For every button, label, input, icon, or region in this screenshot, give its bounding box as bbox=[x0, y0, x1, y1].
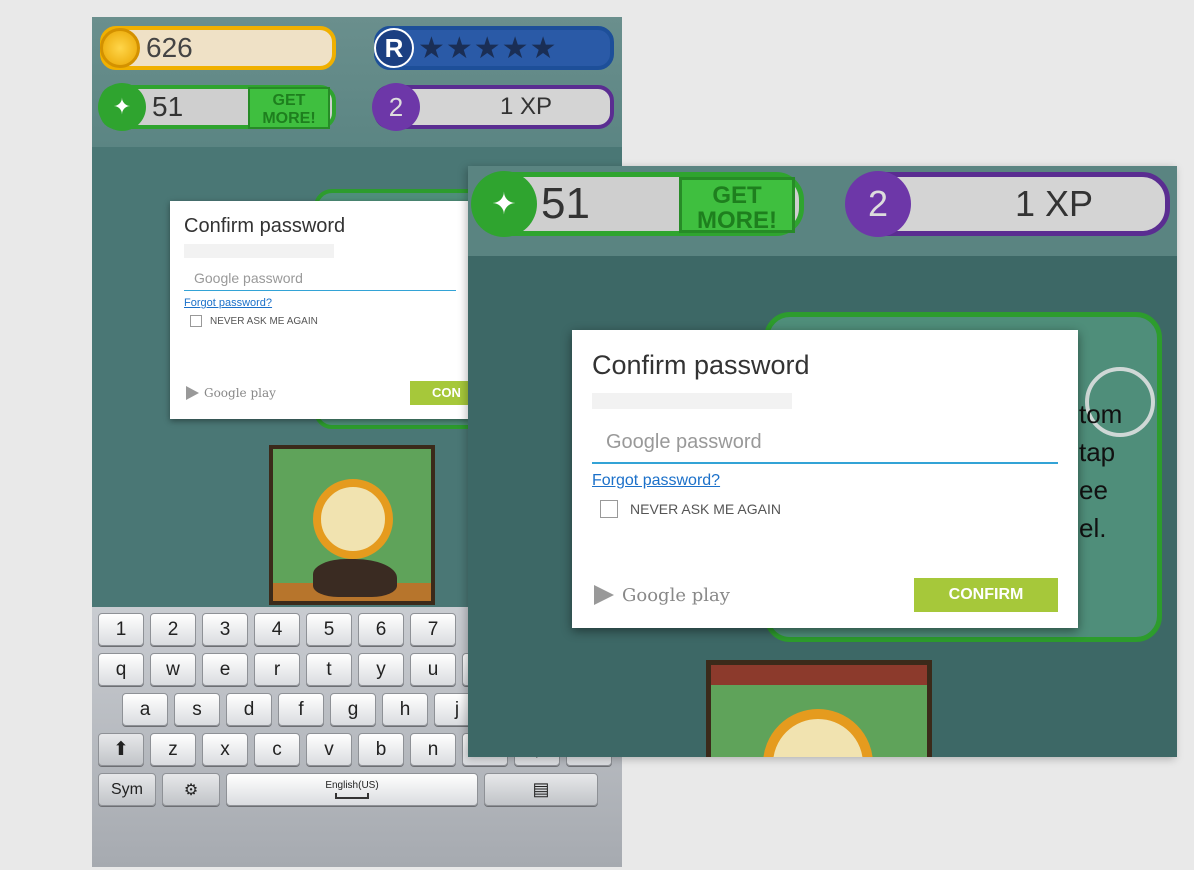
zoom-forgot-password-link[interactable]: Forgot password? bbox=[592, 472, 1058, 490]
zoom-never-ask-checkbox-row[interactable]: NEVER ASK ME AGAIN bbox=[592, 500, 1058, 518]
zoom-password-input[interactable]: Google password bbox=[592, 431, 1058, 464]
bones-counter: ✦ 51 GET MORE! bbox=[98, 83, 336, 131]
space-language-label: English(US) bbox=[325, 780, 379, 791]
letter-key[interactable]: v bbox=[306, 733, 352, 766]
bone-icon: ✦ bbox=[98, 83, 146, 131]
letter-key[interactable]: a bbox=[122, 693, 168, 726]
letter-key[interactable]: t bbox=[306, 653, 352, 686]
get-more-button[interactable]: GET MORE! bbox=[248, 87, 330, 129]
keyboard-bottom-row: Sym ⚙ English(US) ▤ bbox=[98, 773, 616, 806]
number-key[interactable]: 1 bbox=[98, 613, 144, 646]
account-email-redacted bbox=[184, 244, 334, 258]
number-key[interactable]: 3 bbox=[202, 613, 248, 646]
google-play-logo: Google play bbox=[184, 385, 276, 401]
coins-value: 626 bbox=[146, 32, 193, 63]
zoom-confirm-password-dialog: Confirm password Google password Forgot … bbox=[572, 330, 1078, 628]
forgot-password-link[interactable]: Forgot password? bbox=[184, 297, 456, 309]
number-key[interactable]: 5 bbox=[306, 613, 352, 646]
zoom-dialog-title: Confirm password bbox=[592, 350, 810, 380]
letter-key[interactable]: y bbox=[358, 653, 404, 686]
space-key[interactable]: English(US) bbox=[226, 773, 478, 806]
zoom-level-badge: 2 bbox=[845, 171, 911, 237]
letter-key[interactable]: q bbox=[98, 653, 144, 686]
letter-key[interactable]: f bbox=[278, 693, 324, 726]
letter-key[interactable]: n bbox=[410, 733, 456, 766]
never-ask-checkbox-row[interactable]: NEVER ASK ME AGAIN bbox=[184, 315, 456, 327]
number-key[interactable]: 2 bbox=[150, 613, 196, 646]
room-wall bbox=[711, 665, 927, 685]
zoom-xp-value: 1 XP bbox=[1015, 183, 1094, 224]
letter-key[interactable]: g bbox=[330, 693, 376, 726]
letter-key[interactable]: b bbox=[358, 733, 404, 766]
zoom-dog-room[interactable] bbox=[706, 660, 932, 757]
confirm-button[interactable]: CONFIRM bbox=[914, 578, 1058, 612]
letter-key[interactable]: z bbox=[150, 733, 196, 766]
zoom-checkbox-icon[interactable] bbox=[600, 500, 618, 518]
zoom-get-more-line2: MORE! bbox=[697, 207, 777, 234]
zoom-dialog-footer: Google play CONFIRM bbox=[592, 578, 1058, 612]
letter-key[interactable]: r bbox=[254, 653, 300, 686]
letter-key[interactable]: e bbox=[202, 653, 248, 686]
zoom-bone-icon: ✦ bbox=[471, 171, 537, 237]
zoomed-screenshot-right: ✦ 51 GET MORE! 2 1 XP tom tap ee el. Confir… bbox=[468, 166, 1177, 757]
settings-key-icon[interactable]: ⚙ bbox=[162, 773, 220, 806]
zoom-xp-bar: 2 1 XP bbox=[845, 171, 1170, 237]
letter-key[interactable]: c bbox=[254, 733, 300, 766]
zoom-brand-label: Google play bbox=[622, 584, 730, 606]
zoom-plate-icon bbox=[763, 709, 873, 757]
zoom-get-more-line1: GET bbox=[712, 182, 762, 209]
letter-key[interactable]: h bbox=[382, 693, 428, 726]
confirm-password-dialog: Confirm password Google password Forgot … bbox=[170, 201, 470, 419]
dog-room-thumbnail[interactable] bbox=[269, 445, 435, 605]
letter-key[interactable]: d bbox=[226, 693, 272, 726]
level-badge: 2 bbox=[372, 83, 420, 131]
dog-sprite bbox=[313, 559, 397, 597]
coins-counter: 626 bbox=[100, 26, 336, 70]
letter-key[interactable]: x bbox=[202, 733, 248, 766]
clipboard-key-icon[interactable]: ▤ bbox=[484, 773, 598, 806]
rating-bar: R ★★★★★ bbox=[374, 26, 614, 70]
password-input[interactable]: Google password bbox=[184, 270, 456, 291]
shift-key[interactable]: ⬆ bbox=[98, 733, 144, 766]
zoom-never-ask-label: NEVER ASK ME AGAIN bbox=[630, 501, 781, 517]
checkbox-icon[interactable] bbox=[190, 315, 202, 327]
rating-stars: ★★★★★ bbox=[418, 31, 558, 65]
space-bar-icon bbox=[335, 793, 369, 799]
confirm-button-cropped[interactable]: CON bbox=[410, 381, 470, 405]
letter-key[interactable]: s bbox=[174, 693, 220, 726]
zoom-play-triangle-icon bbox=[594, 585, 614, 605]
zoom-bones-value: 51 bbox=[541, 179, 590, 228]
letter-key[interactable]: w bbox=[150, 653, 196, 686]
xp-bar: 2 1 XP bbox=[372, 83, 614, 131]
letter-key[interactable]: u bbox=[410, 653, 456, 686]
number-key[interactable]: 4 bbox=[254, 613, 300, 646]
plate-icon bbox=[313, 479, 393, 559]
xp-value: 1 XP bbox=[500, 93, 553, 120]
zoom-get-more-button[interactable]: GET MORE! bbox=[679, 177, 795, 233]
sym-key[interactable]: Sym bbox=[98, 773, 156, 806]
rating-badge-icon: R bbox=[374, 28, 414, 68]
dialog-title: Confirm password bbox=[184, 215, 346, 237]
never-ask-label: NEVER ASK ME AGAIN bbox=[210, 315, 318, 327]
coin-icon bbox=[100, 28, 140, 68]
tutorial-text-fragment: tom tap ee el. bbox=[1079, 399, 1123, 543]
bones-value: 51 bbox=[152, 91, 184, 122]
get-more-line2: MORE! bbox=[262, 110, 316, 127]
zoom-account-email-redacted bbox=[592, 393, 792, 409]
number-key[interactable]: 7 bbox=[410, 613, 456, 646]
zoom-bones-counter: ✦ 51 GET MORE! bbox=[471, 171, 804, 237]
dialog-footer: Google play CON bbox=[184, 381, 470, 405]
play-triangle-icon bbox=[186, 386, 199, 400]
number-key[interactable]: 6 bbox=[358, 613, 404, 646]
brand-label: Google play bbox=[204, 386, 276, 400]
zoom-google-play-logo: Google play bbox=[592, 583, 730, 607]
get-more-line1: GET bbox=[272, 92, 306, 109]
